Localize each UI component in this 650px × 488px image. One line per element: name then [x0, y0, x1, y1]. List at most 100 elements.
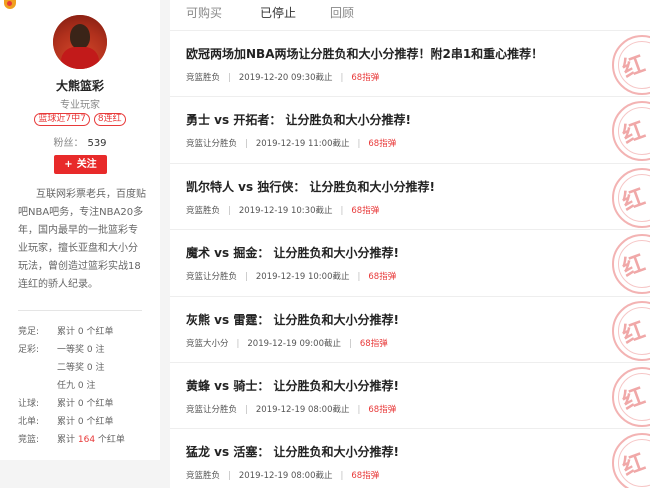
- stat-row: 二等奖 0 注: [18, 359, 158, 377]
- article-deadline: 2019-12-19 10:00截止: [255, 272, 350, 283]
- article-meta: 竞篮大小分 | 2019-12-19 09:00截止 | 68指弹: [186, 338, 388, 349]
- plus-icon: +: [64, 159, 73, 170]
- tab-available[interactable]: 可购买: [186, 4, 222, 21]
- article-title[interactable]: 欧冠两场加NBA两场让分胜负和大小分推荐！附2串1和重心推荐！: [186, 45, 543, 62]
- profile-badges: 篮球近7中7 8连红: [0, 113, 160, 126]
- article-title[interactable]: 魔术 vs 掘金： 让分胜负和大小分推荐!: [186, 244, 399, 261]
- stat-prefix: 任九: [57, 381, 78, 391]
- article-deadline: 2019-12-20 09:30截止: [238, 73, 333, 83]
- stat-prefix: 累计: [57, 417, 78, 427]
- article-popularity: 68指弹: [368, 272, 397, 283]
- list-item[interactable]: 欧冠两场加NBA两场让分胜负和大小分推荐！附2串1和重心推荐！ 竞篮胜负 | 201…: [170, 30, 650, 96]
- list-item[interactable]: 灰熊 vs 雷霆： 让分胜负和大小分推荐! 竞篮大小分 | 2019-12-19 0…: [170, 295, 650, 362]
- stat-category: 足彩:: [18, 345, 40, 355]
- article-popularity: 68指弹: [359, 338, 388, 349]
- article-deadline: 2019-12-19 08:00截止: [255, 404, 350, 415]
- article-popularity: 68指弹: [368, 139, 397, 150]
- article-deadline: 2019-12-19 08:00截止: [238, 471, 333, 482]
- article-category: 竞篮大小分: [186, 338, 229, 349]
- article-popularity: 68指弹: [351, 73, 380, 83]
- stat-suffix: 注: [92, 345, 105, 355]
- avatar[interactable]: [53, 15, 107, 69]
- list-item[interactable]: 黄蜂 vs 骑士： 让分胜负和大小分推荐! 竞篮让分胜负 | 2019-12-19 …: [170, 361, 650, 428]
- stat-row: 竞篮: 累计 164 个红单: [18, 431, 158, 449]
- main-content: 可购买 已停止 回顾 欧冠两场加NBA两场让分胜负和大小分推荐！附2串1和重心推…: [170, 0, 650, 488]
- profile-name: 大熊篮彩: [55, 79, 104, 93]
- article-title[interactable]: 灰熊 vs 雷霆： 让分胜负和大小分推荐!: [186, 311, 399, 328]
- red-stamp-icon: 红: [612, 433, 650, 488]
- article-meta: 竞篮胜负 | 2019-12-20 09:30截止 | 68指弹: [186, 73, 380, 83]
- stat-suffix: 个红单: [83, 417, 114, 427]
- stat-value: 任九 0 注: [57, 377, 95, 395]
- profile-role: 专业玩家: [60, 100, 100, 111]
- list-item[interactable]: 凯尔特人 vs 独行侠： 让分胜负和大小分推荐! 竞篮胜负 | 2019-12-19…: [170, 162, 650, 229]
- article-category: 竞篮让分胜负: [186, 139, 238, 150]
- stat-prefix: 二等奖: [57, 363, 87, 373]
- article-category: 竞篮让分胜负: [186, 272, 238, 283]
- red-stamp-icon: 红: [612, 167, 650, 228]
- stat-suffix: 注: [83, 381, 96, 391]
- red-stamp-icon: 红: [612, 366, 650, 427]
- logo-icon: [4, 0, 16, 9]
- article-meta: 竞篮让分胜负 | 2019-12-19 10:00截止 | 68指弹: [186, 272, 397, 283]
- stat-category: 北单:: [18, 417, 40, 427]
- red-stamp-icon: 红: [612, 300, 650, 361]
- stat-suffix: 个红单: [83, 327, 114, 337]
- tab-review[interactable]: 回顾: [330, 4, 354, 21]
- article-meta: 竞篮让分胜负 | 2019-12-19 11:00截止 | 68指弹: [186, 139, 397, 150]
- follow-label: 关注: [76, 159, 97, 170]
- article-deadline: 2019-12-19 09:00截止: [247, 338, 341, 349]
- article-list: 欧冠两场加NBA两场让分胜负和大小分推荐！附2串1和重心推荐！ 竞篮胜负 | 201…: [170, 30, 650, 488]
- list-item[interactable]: 猛龙 vs 活塞： 让分胜负和大小分推荐! 竞篮胜负 | 2019-12-19 08…: [170, 428, 650, 488]
- profile-sidebar: 大熊篮彩 专业玩家 篮球近7中7 8连红 粉丝： 539 + 关注 互联网彩票老兵，…: [0, 0, 160, 460]
- article-meta: 竞篮胜负 | 2019-12-19 08:00截止 | 68指弹: [186, 471, 380, 482]
- stat-number: 164: [77, 435, 96, 445]
- red-stamp-icon: 红: [612, 234, 650, 295]
- stat-prefix: 一等奖: [57, 345, 87, 355]
- article-title[interactable]: 凯尔特人 vs 独行侠： 让分胜负和大小分推荐!: [186, 178, 435, 195]
- stat-suffix: 注: [92, 363, 105, 373]
- follow-button[interactable]: + 关注: [54, 155, 107, 174]
- stat-value: 二等奖 0 注: [57, 359, 104, 377]
- stat-row: 让球: 累计 0 个红单: [18, 395, 158, 413]
- stat-category: 让球:: [18, 399, 40, 409]
- article-category: 竞篮胜负: [186, 205, 221, 216]
- stats-list: 竞足: 累计 0 个红单 足彩: 一等奖 0 注 二等奖 0 注 任九 0 注 …: [18, 323, 158, 449]
- stat-value: 累计 0 个红单: [57, 413, 113, 431]
- stat-row: 足彩: 一等奖 0 注: [18, 341, 158, 359]
- red-stamp-icon: 红: [612, 101, 650, 162]
- stat-suffix: 个红单: [83, 399, 114, 409]
- stat-row: 任九 0 注: [18, 377, 158, 395]
- stat-value: 累计 0 个红单: [57, 323, 113, 341]
- article-deadline: 2019-12-19 11:00截止: [255, 139, 350, 150]
- divider: [18, 310, 142, 311]
- stat-row: 北单: 累计 0 个红单: [18, 413, 158, 431]
- stat-value: 一等奖 0 注: [57, 341, 104, 359]
- article-popularity: 68指弹: [351, 205, 380, 216]
- article-title[interactable]: 猛龙 vs 活塞： 让分胜负和大小分推荐!: [186, 443, 399, 460]
- stat-value: 累计 0 个红单: [57, 395, 113, 413]
- article-category: 竞篮胜负: [186, 471, 221, 482]
- stat-prefix: 累计: [57, 399, 78, 409]
- stat-suffix: 个红单: [95, 435, 125, 445]
- badge-streak: 篮球近7中7: [34, 113, 90, 126]
- stat-prefix: 累计: [57, 327, 78, 337]
- badge-wins: 8连红: [93, 113, 126, 126]
- fans-number: 539: [87, 138, 107, 149]
- article-title[interactable]: 黄蜂 vs 骑士： 让分胜负和大小分推荐!: [186, 377, 399, 394]
- fans-label: 粉丝：: [53, 138, 84, 149]
- article-category: 竞篮胜负: [186, 73, 221, 83]
- article-meta: 竞篮胜负 | 2019-12-19 10:30截止 | 68指弹: [186, 205, 380, 216]
- article-popularity: 68指弹: [368, 404, 397, 415]
- stat-category: 竞篮:: [18, 435, 40, 445]
- tab-stopped[interactable]: 已停止: [260, 4, 296, 21]
- list-item[interactable]: 魔术 vs 掘金： 让分胜负和大小分推荐! 竞篮让分胜负 | 2019-12-19 …: [170, 229, 650, 295]
- stat-value: 累计 164 个红单: [57, 431, 125, 449]
- red-stamp-icon: 红: [612, 35, 650, 95]
- article-title[interactable]: 勇士 vs 开拓者： 让分胜负和大小分推荐!: [186, 111, 411, 128]
- article-deadline: 2019-12-19 10:30截止: [238, 205, 333, 216]
- stat-prefix: 累计: [57, 435, 78, 445]
- article-meta: 竞篮让分胜负 | 2019-12-19 08:00截止 | 68指弹: [186, 404, 397, 415]
- stat-row: 竞足: 累计 0 个红单: [18, 323, 158, 341]
- list-item[interactable]: 勇士 vs 开拓者： 让分胜负和大小分推荐! 竞篮让分胜负 | 2019-12-19…: [170, 96, 650, 162]
